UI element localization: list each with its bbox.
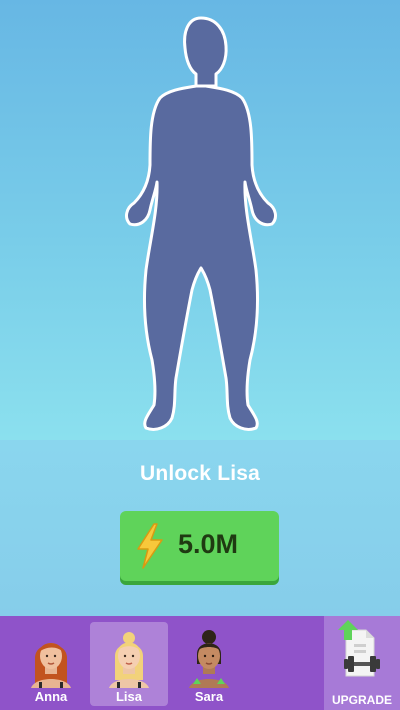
character-tab-lisa[interactable]: Lisa [90, 622, 168, 706]
character-name-anna: Anna [34, 689, 68, 704]
unlock-button[interactable]: 5.0M [120, 511, 279, 581]
lightning-bolt-icon [137, 523, 163, 569]
upgrade-button[interactable]: UPGRADE [324, 616, 400, 710]
character-name-lisa: Lisa [115, 689, 142, 704]
character-name-sara: Sara [194, 689, 224, 704]
sara-avatar [189, 630, 229, 688]
character-preview-area [0, 0, 400, 440]
upgrade-label: UPGRADE [331, 693, 392, 707]
unlock-price: 5.0M [178, 529, 239, 559]
character-tab-sara[interactable]: Sara [170, 622, 248, 706]
unlock-title: Unlock Lisa [139, 462, 261, 485]
character-tab-anna[interactable]: Anna [12, 622, 90, 706]
lisa-avatar [109, 632, 149, 688]
anna-avatar [31, 643, 71, 688]
locked-character-silhouette [125, 16, 277, 431]
dumbbell-upgrade-icon [338, 620, 380, 677]
